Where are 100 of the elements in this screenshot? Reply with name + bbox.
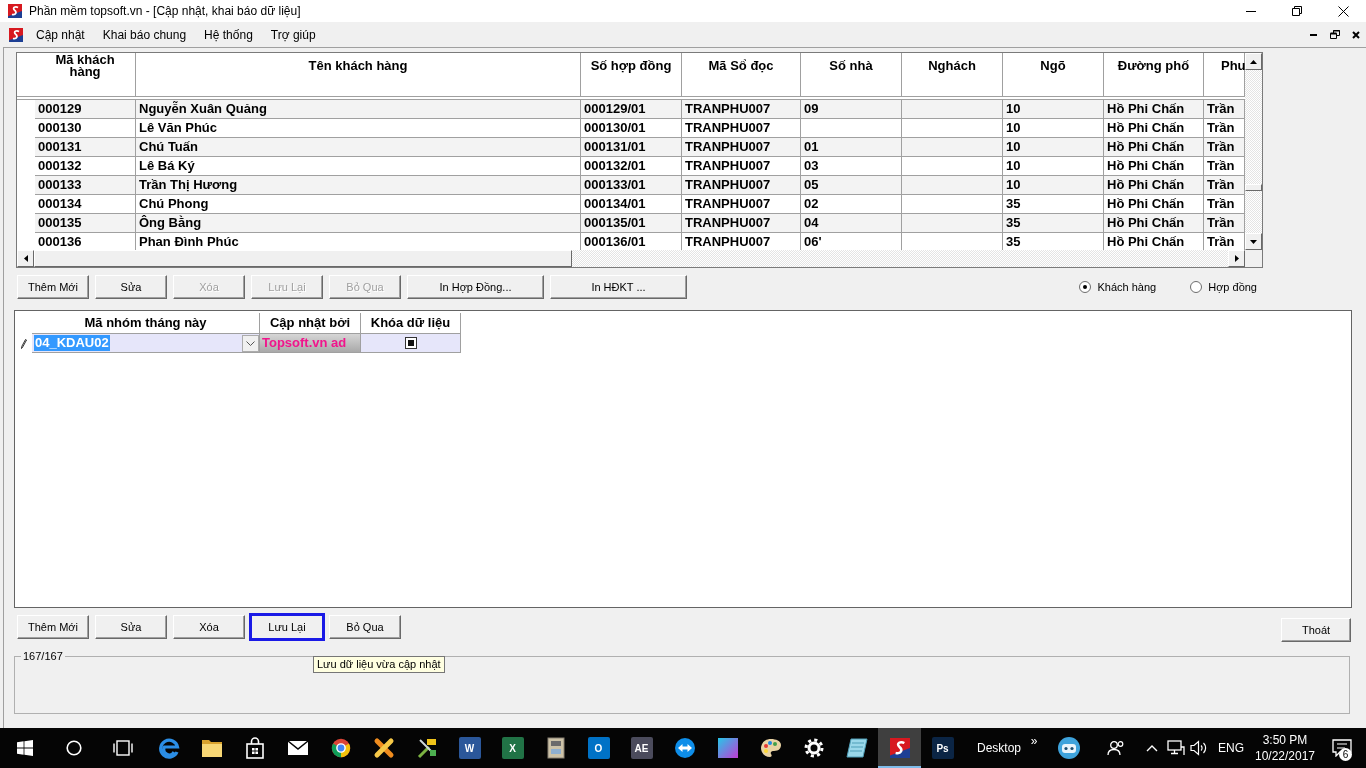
table-cell: 35 (1003, 195, 1104, 214)
column-header[interactable]: Ngõ (1003, 53, 1103, 79)
column-header[interactable]: Nghách (902, 53, 1002, 79)
column-header[interactable]: Số hợp đồng (581, 53, 681, 79)
menu-item[interactable]: Trợ giúp (261, 24, 325, 45)
volume-icon (1190, 740, 1208, 756)
table-cell: TRANPHU007 (682, 157, 801, 176)
app-tile: W (458, 737, 481, 759)
table-cell: 09 (801, 100, 902, 119)
toolbar-button[interactable]: Sửa (95, 615, 167, 639)
caret-up-icon (1250, 59, 1257, 64)
table-cell: Trần Thị Hương (136, 176, 581, 195)
table-cell: TRANPHU007 (682, 100, 801, 119)
toolbar-button[interactable]: Bỏ Qua (329, 615, 401, 639)
column-header[interactable]: Mã Sổ đọc (682, 53, 800, 79)
radio-option[interactable]: Hợp đồng (1190, 281, 1257, 293)
taskbar-button[interactable]: AE (620, 728, 663, 768)
table-cell: TRANPHU007 (682, 195, 801, 214)
settings-icon (803, 738, 824, 758)
menu-item[interactable]: Cập nhật (27, 24, 94, 45)
table-cell: Trần (1204, 138, 1245, 157)
scrollbar-corner (1245, 250, 1262, 267)
table-cell: 000132 (35, 157, 136, 176)
envelope-icon (286, 740, 309, 756)
table-cell: 000130/01 (581, 119, 682, 138)
toolbar-button[interactable]: In Hợp Đồng... (407, 275, 544, 299)
column-header[interactable]: Số nhà (801, 53, 901, 79)
tools-icon (415, 737, 438, 759)
radio-button[interactable] (1190, 281, 1203, 293)
stacked-windows-icon (112, 740, 133, 756)
clock-button[interactable]: 3:50 PM 10/22/2017 (1252, 728, 1318, 768)
exit-button[interactable]: Thoát (1281, 618, 1351, 642)
horizontal-scrollbar[interactable] (17, 250, 1245, 267)
table-cell: Trần (1204, 214, 1245, 233)
table-cell: 04 (801, 214, 902, 233)
caret-up-icon (1146, 744, 1158, 752)
taskbar-button[interactable]: Ps (921, 728, 964, 768)
network-icon (1167, 740, 1185, 756)
notification-button[interactable]: 6 (1318, 728, 1366, 768)
table-cell: 000129 (35, 100, 136, 119)
column-header[interactable]: Mã khách hàng (35, 53, 135, 79)
table-cell: 10 (1003, 176, 1104, 195)
menu-item[interactable]: Hệ thống (195, 24, 262, 45)
checkbox[interactable] (404, 337, 417, 349)
e-logo-icon (157, 737, 180, 759)
table-cell: Hồ Phi Chấn (1104, 233, 1204, 250)
tooltip: Lưu dữ liệu vừa cập nhật (313, 656, 445, 673)
app-logo-icon[interactable] (9, 27, 23, 42)
table-cell: 35 (1003, 233, 1104, 250)
table-cell: 05 (801, 176, 902, 195)
taskbar-button[interactable]: W (448, 728, 491, 768)
table-cell: 000133/01 (581, 176, 682, 195)
table-cell: TRANPHU007 (682, 176, 801, 195)
table-cell: 000130 (35, 119, 136, 138)
toolbar-button[interactable]: Thêm Mới (17, 615, 89, 639)
caret-right-icon (1234, 255, 1239, 262)
column-header[interactable]: Phu (1204, 53, 1244, 79)
toolbar-button[interactable]: Sửa (95, 275, 167, 299)
table-cell: Hồ Phi Chấn (1104, 195, 1204, 214)
table-cell: Trần (1204, 195, 1245, 214)
toolbar-label[interactable]: Desktop (964, 741, 1022, 755)
menu-item[interactable]: Khai báo chung (93, 24, 196, 45)
taskbar-button[interactable]: X (491, 728, 534, 768)
scrollbar-thumb[interactable] (34, 250, 572, 267)
table-cell: 10 (1003, 157, 1104, 176)
table-cell: 000136/01 (581, 233, 682, 250)
table-cell: 01 (801, 138, 902, 157)
language-indicator[interactable]: ENG (1210, 741, 1252, 755)
toolbar-button[interactable]: In HĐKT ... (550, 275, 687, 299)
caret-left-icon (23, 255, 28, 262)
overflow-button[interactable]: » (1022, 728, 1046, 768)
minimize-icon (1246, 10, 1256, 12)
notification-badge: 6 (1339, 748, 1352, 761)
table-cell: 06' (801, 233, 902, 250)
taskbar-button[interactable]: O (577, 728, 620, 768)
close-icon (1337, 5, 1349, 17)
table-cell: Trần (1204, 100, 1245, 119)
chevron-down-icon (246, 340, 255, 346)
shopping-bag-icon (244, 737, 265, 759)
table-cell: 10 (1003, 100, 1104, 119)
column-header[interactable]: Tên khách hàng (136, 53, 580, 79)
table-cell: TRANPHU007 (682, 233, 801, 250)
radio-option[interactable]: Khách hàng (1079, 281, 1157, 293)
column-header[interactable]: Đường phố (1104, 53, 1203, 79)
gradient-square-icon (717, 738, 738, 758)
dropdown-button[interactable] (242, 334, 259, 352)
table-cell: 35 (1003, 214, 1104, 233)
table-cell: 000136 (35, 233, 136, 250)
app-logo-icon (889, 738, 910, 758)
table-cell: Lê Bá Ký (136, 157, 581, 176)
table-cell: Hồ Phi Chấn (1104, 214, 1204, 233)
taskbar-button[interactable] (878, 728, 921, 768)
toolbar-button[interactable]: Xóa (173, 615, 245, 639)
vertical-scrollbar[interactable] (1245, 53, 1262, 250)
toolbar-button[interactable]: Lưu Lại (249, 613, 325, 641)
toolbar-button[interactable]: Thêm Mới (17, 275, 89, 299)
scrollbar-thumb[interactable] (1245, 183, 1262, 191)
radio-button[interactable] (1079, 281, 1092, 293)
app-tile: Ps (931, 737, 954, 759)
table-cell: 000134 (35, 195, 136, 214)
